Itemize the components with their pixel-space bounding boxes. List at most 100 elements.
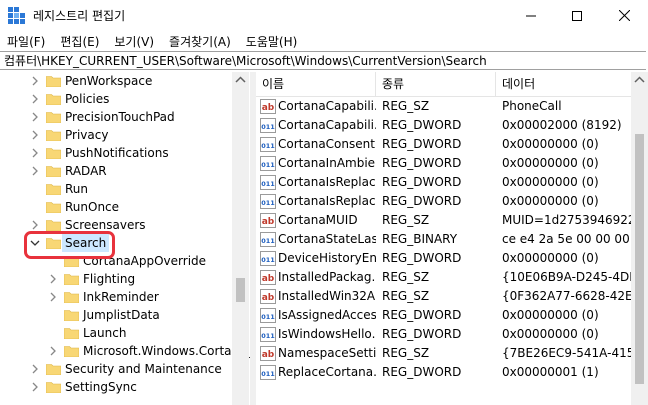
value-list[interactable]: 이름 종류 데이터 ab CortanaCapabili... REG_SZ Phon… xyxy=(256,72,631,405)
tree-item[interactable]: Security and Maintenance xyxy=(30,360,230,378)
chevron-right-icon[interactable] xyxy=(30,130,40,140)
svg-text:011: 011 xyxy=(261,161,275,169)
binary-value-icon: 011 xyxy=(260,137,276,152)
column-name[interactable]: 이름 xyxy=(256,72,376,96)
value-data: 0x00002000 (8192) xyxy=(502,118,622,132)
folder-icon xyxy=(64,310,79,321)
value-data: 0x00000000 (0) xyxy=(502,251,599,265)
menu-item-3[interactable]: 즐겨찾기(A) xyxy=(162,33,239,50)
value-row[interactable]: 011 CortanaCapabili... REG_DWORD 0x00002000… xyxy=(256,116,631,135)
value-row[interactable]: ab CortanaCapabili... REG_SZ PhoneCall xyxy=(256,97,631,116)
menu-item-4[interactable]: 도움말(H) xyxy=(239,33,306,50)
value-row[interactable]: abNamespaceSetti... REG_SZ {7BE26EC9-541A-… xyxy=(256,344,631,363)
folder-icon xyxy=(46,76,61,87)
chevron-right-icon[interactable] xyxy=(30,112,40,122)
tree-item-label: RunOnce xyxy=(65,200,120,214)
tree-item[interactable]: Policies xyxy=(30,90,230,108)
binary-value-icon: 011 xyxy=(260,175,276,190)
svg-text:011: 011 xyxy=(261,313,275,321)
value-name: CortanaStateLas... xyxy=(278,232,376,246)
tree-item[interactable]: SettingSync xyxy=(30,378,230,396)
tree-item-label: Privacy xyxy=(65,128,109,142)
close-button[interactable] xyxy=(601,0,647,31)
tree-scroll-thumb[interactable] xyxy=(236,278,245,302)
tree-item[interactable]: PenWorkspace xyxy=(30,72,230,90)
minimize-button[interactable] xyxy=(508,0,554,31)
value-name: CortanaMUID xyxy=(278,213,358,227)
value-row[interactable]: 011 ReplaceCortana... REG_DWORD 0x00000001 … xyxy=(256,363,631,382)
value-row[interactable]: 011 IsWindowsHello... REG_DWORD 0x00000000 … xyxy=(256,325,631,344)
value-name: CortanaCapabili... xyxy=(278,99,376,113)
binary-value-icon: 011 xyxy=(260,232,276,247)
menu-item-0[interactable]: 파일(F) xyxy=(0,33,53,50)
chevron-right-icon[interactable] xyxy=(30,76,40,86)
value-row[interactable]: 011 CortanaConsent REG_DWORD 0x00000000 (0) xyxy=(256,135,631,154)
svg-text:011: 011 xyxy=(261,142,275,150)
scroll-up-icon[interactable] xyxy=(634,76,645,84)
tree-item[interactable]: JumplistData xyxy=(48,306,230,324)
value-type: REG_DWORD xyxy=(382,194,462,208)
value-data: 0x00000000 (0) xyxy=(502,137,599,151)
value-name: IsAssignedAccess xyxy=(278,308,376,322)
chevron-right-icon[interactable] xyxy=(30,364,40,374)
maximize-button[interactable] xyxy=(554,0,600,31)
menu-item-1[interactable]: 편집(E) xyxy=(53,33,107,50)
value-data: 0x00000000 (0) xyxy=(502,194,599,208)
tree-item-label: Microsoft.Windows.Cortana_ xyxy=(83,344,250,358)
folder-icon xyxy=(46,112,61,123)
chevron-right-icon[interactable] xyxy=(30,166,40,176)
chevron-right-icon[interactable] xyxy=(48,274,58,284)
value-row[interactable]: 011CortanaStateLas... REG_BINARY ce e4 2a … xyxy=(256,230,631,249)
tree-item[interactable]: Microsoft.Windows.Cortana_ xyxy=(48,342,250,360)
value-row[interactable]: ab InstalledPackag... REG_SZ {10E06B9A-D245… xyxy=(256,268,631,287)
menu-bar: 파일(F) 편집(E) 보기(V) 즐겨찾기(A) 도움말(H) xyxy=(0,31,648,51)
chevron-right-icon[interactable] xyxy=(30,382,40,392)
folder-icon xyxy=(64,346,79,357)
address-bar[interactable]: 컴퓨터\HKEY_CURRENT_USER\Software\Microsoft… xyxy=(0,51,646,70)
value-type: REG_SZ xyxy=(382,289,430,303)
tree-item-label: PrecisionTouchPad xyxy=(65,110,175,124)
svg-text:011: 011 xyxy=(261,237,275,245)
value-row[interactable]: 011 CortanaInAmbie... REG_DWORD 0x00000000 … xyxy=(256,154,631,173)
tree-item-label: Run xyxy=(65,182,89,196)
chevron-right-icon[interactable] xyxy=(30,220,40,230)
tree-item[interactable]: RunOnce xyxy=(30,198,230,216)
tree-item[interactable]: RADAR xyxy=(30,162,230,180)
folder-icon xyxy=(46,184,61,195)
tree-scrollbar[interactable] xyxy=(232,72,249,405)
tree-item[interactable]: InkReminder xyxy=(48,288,230,306)
chevron-right-icon[interactable] xyxy=(48,292,58,302)
menu-item-2[interactable]: 보기(V) xyxy=(107,33,162,50)
chevron-right-icon[interactable] xyxy=(48,346,58,356)
value-row[interactable]: ab InstalledWin32A... REG_SZ {0F362A77-6628… xyxy=(256,287,631,306)
chevron-right-icon[interactable] xyxy=(30,148,40,158)
column-data[interactable]: 데이터 xyxy=(496,72,631,96)
value-name: DeviceHistoryEn... xyxy=(278,251,376,265)
column-type[interactable]: 종류 xyxy=(376,72,496,96)
value-row[interactable]: 011CortanaIsReplac... REG_DWORD 0x00000000… xyxy=(256,173,631,192)
value-row[interactable]: 011DeviceHistoryEn... REG_DWORD 0x00000000… xyxy=(256,249,631,268)
value-name: InstalledPackag... xyxy=(278,270,376,284)
tree-item[interactable]: PrecisionTouchPad xyxy=(30,108,230,126)
value-data: 0x00000000 (0) xyxy=(502,156,599,170)
chevron-right-icon[interactable] xyxy=(30,94,40,104)
tree-item[interactable]: Flighting xyxy=(48,270,230,288)
window-title: 레지스트리 편집기 xyxy=(33,9,126,23)
list-scroll-thumb[interactable] xyxy=(635,134,644,384)
value-type: REG_SZ xyxy=(382,213,430,227)
list-scrollbar[interactable] xyxy=(631,72,648,405)
tree-item-label: Flighting xyxy=(83,272,136,286)
tree-item[interactable]: Launch xyxy=(48,324,230,342)
value-row[interactable]: ab CortanaMUID REG_SZ MUID=1d27539469224 xyxy=(256,211,631,230)
tree-item-label: Launch xyxy=(83,326,127,340)
tree-item[interactable]: PushNotifications xyxy=(30,144,230,162)
string-value-icon: ab xyxy=(260,99,276,114)
tree-item[interactable]: Run xyxy=(30,180,230,198)
scroll-up-icon[interactable] xyxy=(235,76,246,84)
value-type: REG_DWORD xyxy=(382,137,462,151)
tree-item[interactable]: Privacy xyxy=(30,126,230,144)
value-row[interactable]: 011CortanaIsReplac... REG_DWORD 0x00000000… xyxy=(256,192,631,211)
value-data: PhoneCall xyxy=(502,99,562,113)
maximize-icon xyxy=(572,10,582,21)
value-row[interactable]: 011 IsAssignedAccess REG_DWORD 0x00000000 (… xyxy=(256,306,631,325)
